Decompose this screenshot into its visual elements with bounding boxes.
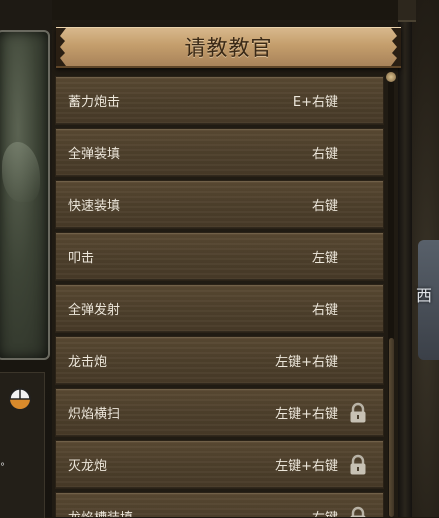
skill-name: 全弹发射 (68, 303, 121, 318)
skill-name: 蓄力炮击 (68, 95, 121, 110)
skill-key: 右键 (311, 147, 338, 162)
weapon-preview (0, 30, 50, 360)
skill-name: 快速装填 (68, 199, 121, 214)
lock-icon (350, 506, 366, 517)
skill-list: 蓄力炮击 E+右键 全弹装填 右键 快速装填 右键 叩击 左键 全弹发射 右键 … (55, 76, 384, 517)
skill-name: 龙击炮 (68, 355, 108, 370)
skill-name: 叩击 (68, 251, 95, 266)
weapon-type-icon (9, 388, 31, 410)
skill-name: 灭龙炮 (68, 459, 108, 474)
skill-key: 左键+右键 (275, 459, 338, 474)
scenery-sign-text: 西 (416, 286, 433, 305)
scrollbar-thumb[interactable] (389, 338, 394, 517)
skill-key: E+右键 (292, 95, 338, 110)
skill-row[interactable]: 全弹装填 右键 (55, 128, 384, 177)
skill-name: 炽焰横扫 (68, 407, 121, 422)
skill-row-locked[interactable]: 龙焰槽装填 右键 (55, 492, 384, 517)
skill-row[interactable]: 快速装填 右键 (55, 180, 384, 229)
skill-name: 龙焰槽装填 (68, 507, 133, 517)
lock-icon (350, 454, 366, 475)
skill-key: 右键 (311, 303, 338, 318)
skill-name: 全弹装填 (68, 147, 121, 162)
skill-row-locked[interactable]: 炽焰横扫 左键+右键 (55, 388, 384, 437)
skill-row[interactable]: 蓄力炮击 E+右键 (55, 76, 384, 125)
lock-icon (350, 402, 366, 423)
skill-row[interactable]: 龙击炮 左键+右键 (55, 336, 384, 385)
left-marker: ° (0, 462, 5, 473)
skill-row-locked[interactable]: 灭龙炮 左键+右键 (55, 440, 384, 489)
panel-right-frame (398, 0, 416, 517)
skill-key: 左键 (311, 251, 338, 266)
banner-ornament-right-icon (391, 28, 401, 66)
skill-key: 右键 (312, 507, 338, 517)
panel-title: 请教教官 (184, 36, 273, 60)
panel-title-banner: 请教教官 (56, 27, 401, 68)
skill-row[interactable]: 全弹发射 右键 (55, 284, 384, 333)
skill-row[interactable]: 叩击 左键 (55, 232, 384, 281)
skill-key: 左键+右键 (275, 355, 338, 370)
scrollbar-top-cap-icon (386, 72, 396, 82)
skill-key: 右键 (311, 199, 338, 214)
skill-key: 左键+右键 (275, 407, 338, 422)
